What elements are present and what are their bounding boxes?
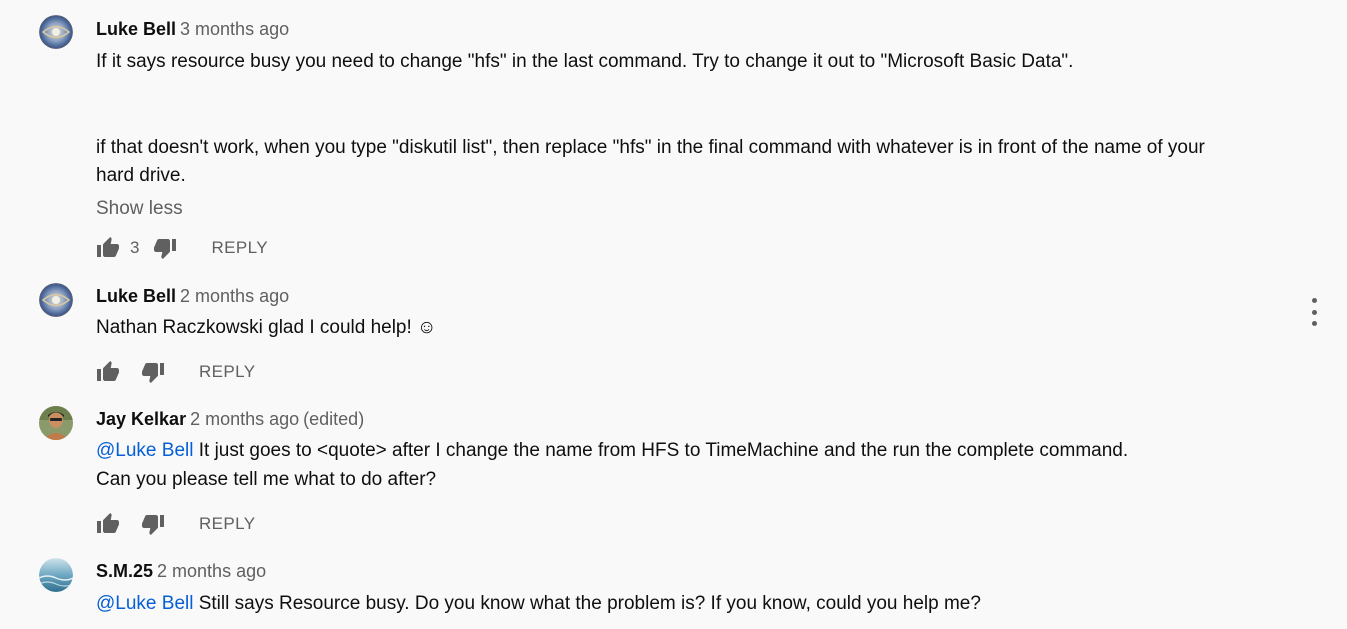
comment-paragraph: If it says resource busy you need to cha… <box>96 51 1074 72</box>
comment-header: Luke Bell 3 months ago <box>96 18 289 40</box>
comment-text: @Luke Bell It just goes to <quote> after… <box>96 437 1296 494</box>
more-dot <box>1311 298 1317 303</box>
author-avatar[interactable] <box>39 558 73 592</box>
comment-paragraph: if that doesn't work, when you type "dis… <box>96 136 1205 158</box>
swirl-avatar-icon <box>39 15 73 49</box>
author-avatar[interactable] <box>39 406 73 440</box>
like-count: 3 <box>130 238 140 257</box>
author-name[interactable]: Luke Bell <box>96 286 176 306</box>
more-vertical-icon[interactable] <box>1303 298 1325 326</box>
comment-actions: 3 REPLY <box>96 234 268 262</box>
author-avatar[interactable] <box>39 15 73 49</box>
comment-line-text: It just goes to <quote> after I change t… <box>193 440 1129 461</box>
reply-button[interactable]: REPLY <box>211 238 268 258</box>
thumb-down-icon[interactable] <box>153 236 177 260</box>
edited-label: (edited) <box>303 409 365 429</box>
person-avatar-icon <box>39 406 73 440</box>
comment-header: Jay Kelkar 2 months ago (edited) <box>96 408 364 430</box>
comment-thread: Luke Bell 3 months ago If it says resourc… <box>0 0 1347 629</box>
comment-text: @Luke Bell Still says Resource busy. Do … <box>96 590 1296 619</box>
thumb-up-icon[interactable] <box>96 512 120 536</box>
reply-button[interactable]: REPLY <box>199 514 256 534</box>
comment-paragraph: hard drive. <box>96 165 186 186</box>
comment-actions: REPLY <box>96 358 256 386</box>
thumb-down-icon[interactable] <box>141 512 165 536</box>
comment-paragraph: @Luke Bell It just goes to <quote> after… <box>96 437 1296 466</box>
more-dot <box>1311 309 1317 315</box>
timestamp[interactable]: 2 months ago <box>180 286 289 306</box>
show-less-button[interactable]: Show less <box>96 198 183 220</box>
comment-text: If it says resource busy you need to cha… <box>96 48 1296 191</box>
thumb-down-icon[interactable] <box>141 360 165 384</box>
timestamp[interactable]: 3 months ago <box>180 19 289 39</box>
comment-paragraph: @Luke Bell Still says Resource busy. Do … <box>96 590 1296 619</box>
author-avatar[interactable] <box>39 283 73 317</box>
author-name[interactable]: Luke Bell <box>96 19 176 39</box>
author-name[interactable]: S.M.25 <box>96 561 153 581</box>
water-avatar-icon <box>39 558 73 592</box>
thumb-up-icon[interactable] <box>96 360 120 384</box>
comment-header: Luke Bell 2 months ago <box>96 285 289 307</box>
more-dot <box>1311 321 1317 326</box>
timestamp[interactable]: 2 months ago <box>190 409 299 429</box>
comment-text: Nathan Raczkowski glad I could help! ☺ <box>96 314 1296 343</box>
swirl-avatar-icon <box>39 283 73 317</box>
mention-link[interactable]: @Luke Bell <box>96 593 193 614</box>
reply-button[interactable]: REPLY <box>199 362 256 382</box>
comment-line-text: Still says Resource busy. Do you know wh… <box>193 593 981 614</box>
comment-paragraph: Can you please tell me what to do after? <box>96 468 437 490</box>
timestamp[interactable]: 2 months ago <box>157 561 266 581</box>
comment-paragraph: Nathan Raczkowski glad I could help! ☺ <box>96 317 437 338</box>
mention-link[interactable]: @Luke Bell <box>96 440 193 461</box>
comment-actions: REPLY <box>96 510 256 538</box>
comment-header: S.M.25 2 months ago <box>96 560 266 582</box>
thumb-up-icon[interactable] <box>96 236 120 260</box>
author-name[interactable]: Jay Kelkar <box>96 409 186 429</box>
